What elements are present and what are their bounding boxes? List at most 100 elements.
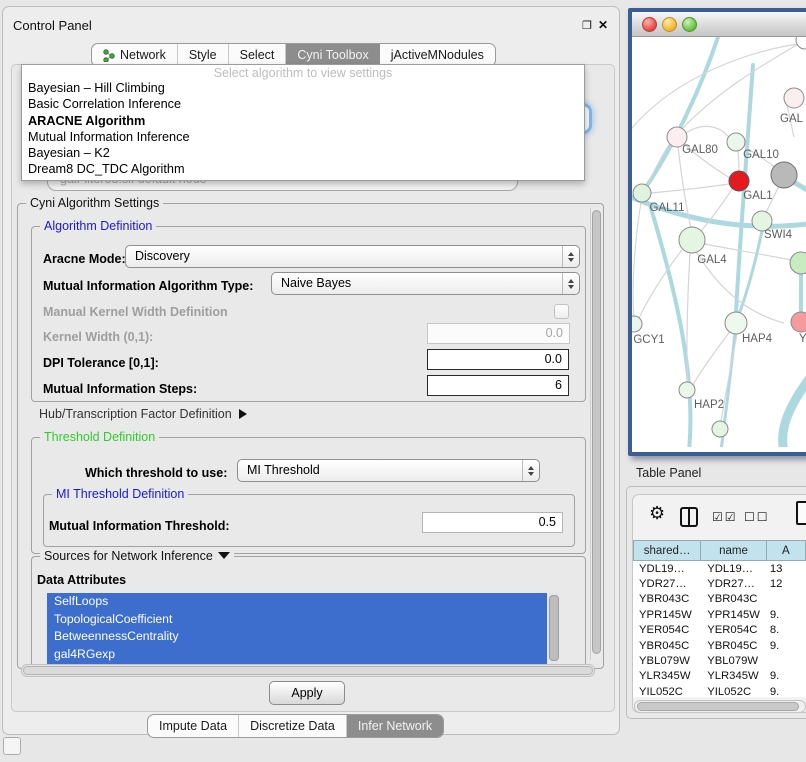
attribute-item-gal4rgexp[interactable]: gal4RGexp [47,646,559,664]
deselect-all-checkboxes-icon[interactable]: ☐☐ [744,510,770,524]
network-edge[interactable] [693,330,731,385]
table-row[interactable]: YDR27…YDR27…12 [633,576,806,591]
dpi-tolerance-field[interactable]: 0.0 [427,349,569,370]
scrollbar-thumb[interactable] [592,210,601,654]
network-node[interactable] [771,162,797,188]
network-node[interactable] [729,171,749,191]
table-row[interactable]: YBL079WYBL079W [633,653,806,668]
threshold-definition-title: Threshold Definition [40,430,159,444]
table-cell: YLR345W [701,670,767,682]
sources-title-text: Sources for Network Inference [44,549,213,563]
algorithm-option-basic-correlation-inference[interactable]: Basic Correlation Inference [22,96,584,112]
close-icon[interactable]: ✕ [598,18,608,32]
aracne-mode-select[interactable]: Discovery [125,245,580,268]
tab-jactivemnodules[interactable]: jActiveMNodules [380,44,495,66]
network-node[interactable] [784,88,804,108]
table-row[interactable]: YPR145WYPR145W9. [633,607,806,622]
network-edge[interactable] [783,365,806,447]
mi-threshold-group-title: MI Threshold Definition [52,487,188,501]
tab-discretize-data[interactable]: Discretize Data [239,715,347,737]
tab-network[interactable]: Network [92,44,178,66]
network-node[interactable] [712,421,728,437]
table-row[interactable]: YER054CYER054C8. [633,623,806,638]
network-edge[interactable] [792,181,806,201]
attribute-item-betweennesscentrality[interactable]: BetweennessCentrality [47,628,559,646]
data-attributes-label: Data Attributes [37,573,126,587]
table-cell: YIL052C [701,686,767,697]
column-header-a[interactable]: A [767,540,806,561]
tab-impute-data[interactable]: Impute Data [148,715,239,737]
network-window-titlebar[interactable] [632,12,806,37]
network-node[interactable] [752,211,772,231]
algorithm-option-bayesian-k2[interactable]: Bayesian – K2 [22,145,584,161]
stepper-arrows-icon [562,246,579,267]
tab-style[interactable]: Style [178,44,229,66]
data-attributes-list[interactable]: SelfLoopsTopologicalCoefficientBetweenne… [47,593,559,664]
which-threshold-select[interactable]: MI Threshold [237,459,540,482]
kernel-width-field[interactable]: 0.0 [427,323,570,344]
table-row[interactable]: YBR045CYBR045C9. [633,638,806,653]
table-cell: YER054C [633,624,701,636]
mi-threshold-field[interactable]: 0.5 [422,512,563,533]
tab-infer-network[interactable]: Infer Network [347,715,443,737]
algorithm-option-bayesian-hill-climbing[interactable]: Bayesian – Hill Climbing [22,80,584,96]
settings-horizontal-scrollbar[interactable] [21,664,595,677]
table-row[interactable]: YIL052CYIL052C9. [633,684,806,697]
list-scrollbar[interactable] [547,593,559,664]
document-icon[interactable] [796,501,806,525]
float-window-icon[interactable]: ❐ [582,19,592,32]
network-node[interactable] [725,312,747,334]
scrollbar-thumb[interactable] [549,595,559,661]
gear-icon[interactable]: ⚙ [649,503,665,524]
network-node[interactable] [679,382,695,398]
algorithm-option-aracne-algorithm[interactable]: ARACNE Algorithm [22,113,584,129]
table-horizontal-scrollbar[interactable] [634,700,806,713]
network-node[interactable] [796,37,806,49]
algorithm-option-mutual-information-inference[interactable]: Mutual Information Inference [22,129,584,145]
minimize-traffic-light[interactable] [662,17,677,32]
network-view-window: GALGAL80GAL10GAL1GAL11SWI4GAL4GCY1HAP4YH… [628,8,806,456]
network-node[interactable] [791,312,806,332]
settings-vertical-scrollbar[interactable] [590,208,601,660]
table-cell: 8. [767,624,806,636]
column-header-name[interactable]: name [701,540,767,561]
select-all-checkboxes-icon[interactable]: ☑☑ [712,510,738,524]
manual-kernel-checkbox[interactable] [554,304,569,319]
tab-label: Network [120,48,166,62]
tab-label: Style [189,48,217,62]
network-edge[interactable] [739,231,762,314]
split-columns-icon[interactable] [680,507,698,527]
network-node[interactable] [790,252,806,274]
column-header-shared[interactable]: shared… [633,540,701,561]
network-edge[interactable] [651,184,729,193]
mi-type-select[interactable]: Naive Bayes [271,272,580,295]
apply-button[interactable]: Apply [269,681,345,705]
network-canvas[interactable]: GALGAL80GAL10GAL1GAL11SWI4GAL4GCY1HAP4YH… [632,37,806,452]
scrollbar-thumb[interactable] [637,702,799,711]
attribute-item-selfloops[interactable]: SelfLoops [47,593,559,611]
network-node[interactable] [679,227,705,253]
table-row[interactable]: YBR043CYBR043C [633,592,806,607]
sources-group-title[interactable]: Sources for Network Inference [40,549,234,563]
scrollbar-thumb[interactable] [23,666,593,675]
hub-definition-expander[interactable]: Hub/Transcription Factor Definition [39,407,247,421]
table-cell: YPR145W [701,609,767,621]
close-traffic-light[interactable] [642,17,657,32]
zoom-traffic-light[interactable] [682,17,697,32]
table-cell: YER054C [701,624,767,636]
algorithm-option-dream8-dc-tdc-algorithm[interactable]: Dream8 DC_TDC Algorithm [22,161,584,177]
table-row[interactable]: YDL19…YDL19…13 [633,561,806,576]
mi-steps-field[interactable]: 6 [427,375,569,396]
network-edge[interactable] [686,126,729,138]
tab-cyni-toolbox[interactable]: Cyni Toolbox [286,44,379,66]
network-edge[interactable] [738,151,739,172]
network-node[interactable] [633,184,651,202]
attribute-item-topologicalcoefficient[interactable]: TopologicalCoefficient [47,611,559,629]
table-row[interactable]: YLR345WYLR345W9. [633,669,806,684]
table-cell: YPR145W [633,609,701,621]
network-edge[interactable] [633,202,641,317]
table-cell: 9. [767,670,806,682]
minimized-panel-icon[interactable] [3,737,21,755]
tab-select[interactable]: Select [229,44,287,66]
network-node[interactable] [632,316,642,332]
